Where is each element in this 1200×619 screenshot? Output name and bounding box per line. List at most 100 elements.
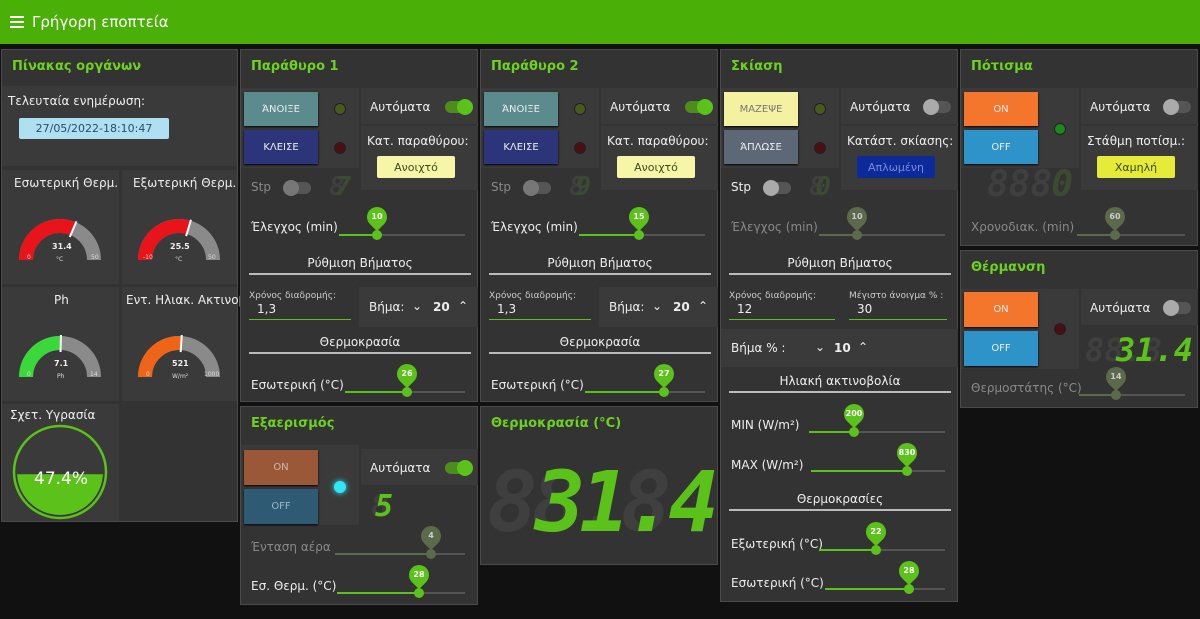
gauge-value: 25.5 <box>170 242 190 251</box>
travel-value: 12 <box>737 302 753 316</box>
air-slider[interactable]: 4 <box>335 521 465 560</box>
close-button[interactable]: ΚΛΕΙΣΕ <box>244 130 318 164</box>
thermostat-slider[interactable]: 14 <box>1079 362 1185 401</box>
heat-on-button[interactable]: ON <box>964 292 1038 327</box>
water-on-button[interactable]: ON <box>964 92 1038 126</box>
panel-title: Σκίαση <box>731 59 783 74</box>
inner-temp-slider[interactable]: 27 <box>585 359 705 398</box>
control-slider[interactable]: 10 <box>339 202 465 241</box>
auto-cell: Αυτόματα <box>1081 88 1198 124</box>
inner-temp-slider[interactable]: 26 <box>345 359 465 398</box>
max-slider[interactable]: 830 <box>811 438 945 477</box>
slider-thumb[interactable] <box>902 466 913 476</box>
gauge-value: 7.1 <box>54 359 69 368</box>
auto-toggle[interactable] <box>1163 99 1191 115</box>
slider-value-pin: 830 <box>893 438 922 468</box>
heating-panel: Θέρμανση ON OFF Αυτόματα 88.8 31.4 Θερμοσ… <box>960 250 1198 408</box>
temperature-display: 88.8 31.4 <box>487 453 719 551</box>
level-label: Στάθμη ποτίσμ.: <box>1087 134 1186 148</box>
window1-panel: Παράθυρο 1 ΆΝΟΙΞΕ ΚΛΕΙΣΕ Αυτόματα Κατ. π… <box>240 49 478 402</box>
travel-field[interactable]: Χρόνος διαδρομής: 1,3 <box>489 291 591 320</box>
auto-toggle[interactable] <box>445 460 473 476</box>
stp-label: Stp <box>731 180 751 194</box>
slider-thumb[interactable] <box>851 230 862 240</box>
travel-label: Χρόνος διαδρομής: <box>249 291 337 301</box>
control-label: Έλεγχος (min) <box>251 220 338 234</box>
slider-thumb[interactable] <box>426 549 437 559</box>
slider-thumb[interactable] <box>1111 390 1122 400</box>
outer-temp-label: Εξωτερική (°C) <box>731 537 823 551</box>
slider-thumb[interactable] <box>402 387 413 397</box>
travel-field[interactable]: Χρόνος διαδρομής: 1,3 <box>249 291 351 320</box>
auto-cell: Αυτόματα <box>361 449 478 485</box>
vent-on-button[interactable]: ON <box>244 450 318 485</box>
slider-thumb[interactable] <box>371 230 382 240</box>
auto-toggle[interactable] <box>1163 300 1191 316</box>
slider-thumb[interactable] <box>413 588 424 598</box>
vent-led <box>334 481 346 493</box>
inner-temp-slider[interactable]: 28 <box>337 560 465 599</box>
heat-temp-display: 88.8 31.4 <box>1085 331 1193 369</box>
control-slider[interactable]: 10 <box>819 202 945 241</box>
stp-toggle[interactable] <box>763 180 791 196</box>
travel-value: 1,3 <box>497 302 517 316</box>
slider-thumb[interactable] <box>870 545 881 555</box>
panel-title: Εξαερισμός <box>251 416 335 431</box>
heat-off-button[interactable]: OFF <box>964 331 1038 366</box>
panel-title: Θερμοκρασία (°C) <box>491 416 622 431</box>
outer-temp-slider[interactable]: 22 <box>819 517 945 556</box>
maxopen-field[interactable]: Μέγιστο άνοιγμα % : 30 <box>849 291 947 320</box>
gather-button[interactable]: ΜΑΖΕΨΕ <box>724 92 798 126</box>
close-led <box>574 142 586 154</box>
step-section: Ρύθμιση Βήματος <box>249 256 471 275</box>
inner-temp-slider[interactable]: 28 <box>825 556 945 595</box>
stp-toggle[interactable] <box>283 180 311 196</box>
chevron-down-icon[interactable]: ⌄ <box>652 299 662 313</box>
menu-icon[interactable] <box>10 16 24 28</box>
chevron-down-icon[interactable]: ⌄ <box>815 340 825 354</box>
auto-toggle[interactable] <box>445 99 473 115</box>
gauge-min: -10 <box>143 254 153 261</box>
chevron-up-icon[interactable]: ⌃ <box>858 340 868 354</box>
gauge-needle <box>179 335 183 353</box>
min-slider[interactable]: 200 <box>809 399 945 438</box>
state-label: Κατ. παραθύρου: <box>607 134 709 148</box>
stp-label: Stp <box>491 180 511 194</box>
close-button[interactable]: ΚΛΕΙΣΕ <box>484 130 558 164</box>
panel-title: Πότισμα <box>971 59 1033 74</box>
slider-thumb[interactable] <box>634 230 645 240</box>
panel-title: Θέρμανση <box>971 260 1046 275</box>
timer-slider[interactable]: 60 <box>1077 202 1185 241</box>
slider-value-pin: 15 <box>625 202 654 232</box>
heat-led <box>1054 323 1066 335</box>
water-off-button[interactable]: OFF <box>964 130 1038 164</box>
travel-field[interactable]: Χρόνος διαδρομής: 12 <box>729 291 835 320</box>
slider-thumb[interactable] <box>659 387 670 397</box>
steppct-value: 10 <box>834 341 851 355</box>
auto-toggle[interactable] <box>685 99 713 115</box>
spread-button[interactable]: ΆΠΛΩΣΕ <box>724 130 798 164</box>
gauge-unit: °C <box>56 256 64 263</box>
app-title: Γρήγορη εποπτεία <box>32 13 169 31</box>
chevron-up-icon[interactable]: ⌃ <box>458 299 468 313</box>
inner-temp-label: Εσωτερική (°C) <box>251 378 344 392</box>
state-chip: Απλωμένη <box>857 156 935 178</box>
auto-label: Αυτόματα <box>370 100 431 114</box>
vent-off-button[interactable]: OFF <box>244 489 318 524</box>
solar-section: Ηλιακή ακτινοβολία <box>729 374 951 393</box>
open-button[interactable]: ΆΝΟΙΞΕ <box>484 92 558 126</box>
chevron-up-icon[interactable]: ⌃ <box>698 299 708 313</box>
shade-panel: Σκίαση ΜΑΖΕΨΕ ΆΠΛΩΣΕ Αυτόματα Κατάστ. σκ… <box>720 49 958 602</box>
gauge-label: Εντ. Ηλιακ. Ακτινοβ. <box>126 293 251 307</box>
slider-thumb[interactable] <box>848 427 859 437</box>
steppct-cell: Βήμα % : ⌄ 10 ⌃ <box>721 329 958 367</box>
stp-toggle[interactable] <box>523 180 551 196</box>
state-label: Κατάστ. σκίασης: <box>847 134 954 148</box>
open-button[interactable]: ΆΝΟΙΞΕ <box>244 92 318 126</box>
chevron-down-icon[interactable]: ⌄ <box>412 299 422 313</box>
auto-toggle[interactable] <box>923 99 951 115</box>
slider-thumb[interactable] <box>904 584 914 594</box>
slider-thumb[interactable] <box>1109 230 1120 240</box>
control-slider[interactable]: 15 <box>579 202 705 241</box>
step-counter: 80 <box>809 172 831 202</box>
